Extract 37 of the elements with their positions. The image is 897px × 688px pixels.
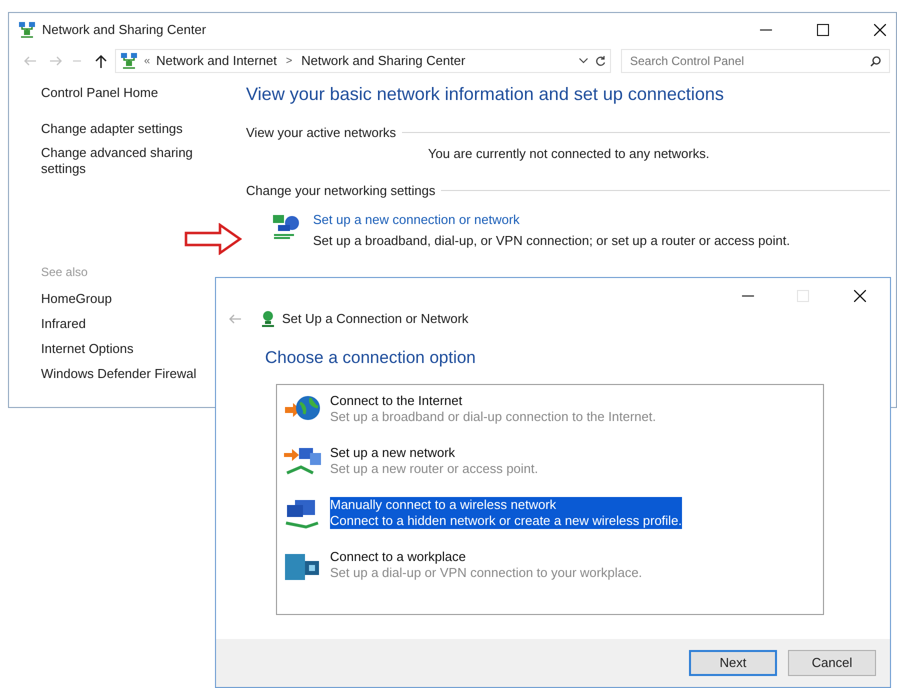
close-icon[interactable] [854,290,866,302]
option-item[interactable]: Connect to the Internet Set up a broadband or dial-up connection to the Internet. [330,393,656,425]
search-icon[interactable] [870,56,881,66]
breadcrumb[interactable]: Network and Internet [156,51,277,71]
maximize-icon[interactable] [817,24,829,36]
breadcrumb[interactable]: Network and Sharing Center [301,51,466,71]
sidebar-link[interactable]: Control Panel Home [41,85,221,101]
arrow-annotation [184,223,242,255]
up-arrow-icon[interactable] [95,54,107,68]
breadcrumb-overflow[interactable]: « [144,52,150,70]
network-icon [260,310,276,328]
option-item[interactable]: Set up a new network Set up a new router or access point. [330,445,538,477]
network-icon [18,21,36,39]
dialog-title: Set Up a Connection or Network [282,310,468,328]
see-also-label: See also [41,264,89,281]
option-item[interactable]: Manually connect to a wireless network Connect to a hidden network or create a new wireless profile. [330,497,682,529]
task-description: Set up a broadband, dial-up, or VPN connection; or set up a router or access point. [313,232,790,250]
refresh-icon[interactable] [595,55,606,67]
window-title: Network and Sharing Center [42,21,206,40]
address-bar[interactable]: « Network and Internet > Network and Sharing Center [115,49,611,73]
option-item[interactable]: Connect to a workplace Set up a dial-up or VPN connection to your workplace. [330,549,642,581]
search-field[interactable]: Search Control Panel [621,49,890,73]
task-link[interactable]: Set up a new connection or network [313,210,790,228]
section-title: Change your networking settings [246,182,436,200]
dialog-button[interactable]: Cancel [788,650,876,676]
network-icon [120,52,138,70]
network-setup-icon [270,212,302,240]
section-title: View your active networks [246,124,396,142]
status-text: You are currently not connected to any networks. [428,144,710,163]
chevron-down-icon[interactable] [579,58,588,64]
dialog-heading: Choose a connection option [265,346,477,368]
close-icon[interactable] [874,24,886,36]
breadcrumb-separator: > [286,54,292,69]
sidebar-link[interactable]: Change adapter settings [41,121,221,137]
dialog-button[interactable]: Next [689,650,777,676]
sidebar-link[interactable]: Change advanced sharing settings [41,145,221,177]
page-heading: View your basic network information and set up connections [246,83,725,106]
